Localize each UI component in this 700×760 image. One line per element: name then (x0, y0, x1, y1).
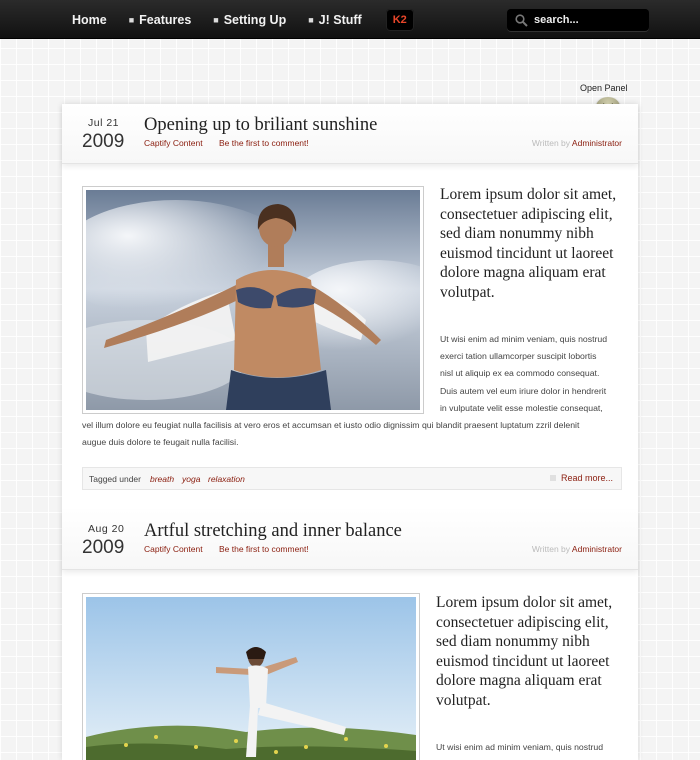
read-more-icon (549, 475, 556, 481)
post-title[interactable]: Artful stretching and inner balance (144, 521, 402, 542)
body-line: Ut wisi enim ad minim veniam, quis nostr… (440, 334, 608, 344)
read-more-link[interactable]: Read more... (549, 473, 613, 483)
bullet-icon: ■ (128, 14, 135, 25)
post-author: Written by Administrator (532, 138, 622, 148)
post-header: Jul 21 2009 Opening up to briliant sunsh… (62, 104, 638, 164)
nav-j-stuff-label: J! Stuff (318, 12, 362, 27)
post-body-text: Ut wisi enim ad minim veniam, quis nostr… (440, 331, 630, 417)
tag-link[interactable]: yoga (182, 474, 200, 484)
post-image[interactable] (82, 593, 420, 760)
nav-features-label: Features (139, 12, 192, 27)
written-by-label: Written by (531, 138, 571, 148)
post-category-link[interactable]: Captify Content (144, 544, 203, 554)
nav-home-label: Home (72, 12, 107, 27)
post-lead-text: Lorem ipsum dolor sit amet, consectetuer… (436, 594, 613, 709)
post-image[interactable] (82, 186, 424, 414)
open-panel-label: Open Panel (580, 83, 628, 93)
post-author-link[interactable]: Administrator (572, 138, 622, 148)
main-menu: Home ■ Features ■ Setting Up ■ J! Stuff … (72, 0, 414, 39)
k2-button[interactable]: K2 (385, 8, 414, 31)
tagged-under-label: Tagged under (89, 474, 141, 484)
search-input[interactable] (534, 14, 644, 26)
search-box (507, 9, 649, 31)
post-author: Written by Administrator (532, 544, 622, 554)
bullet-icon: ■ (213, 14, 219, 25)
post-image-photo (86, 597, 416, 760)
post-author-link[interactable]: Administrator (572, 544, 622, 554)
post-date-day: Jul 21 (88, 117, 120, 129)
woman-yoga-field-photo (86, 597, 416, 760)
post-date-day: Aug 20 (88, 523, 125, 535)
post-body-text: Ut wisi enim ad minim veniam, quis nostr… (436, 739, 631, 756)
body-line: Duis autem vel eum iriure dolor in hendr… (440, 385, 607, 396)
woman-sky-photo (86, 190, 420, 410)
nav-home[interactable]: Home (72, 13, 107, 27)
body-line: nisl ut aliquip ex ea commodo consequat. (440, 368, 600, 379)
body-line: augue duis dolore te feugait nulla facil… (82, 437, 239, 448)
bullet-icon: ■ (308, 14, 314, 25)
top-navigation-bar: Home ■ Features ■ Setting Up ■ J! Stuff … (0, 0, 700, 39)
post-image-photo (86, 190, 420, 410)
post-category-link[interactable]: Captify Content (144, 138, 203, 148)
post-body-full-text: vel illum dolore eu feugiat nulla facili… (82, 417, 624, 451)
post-comment-link[interactable]: Be the first to comment! (219, 138, 309, 148)
post-date-year: 2009 (82, 131, 125, 152)
nav-setting-up[interactable]: ■ Setting Up (213, 13, 286, 27)
post-date-year: 2009 (82, 537, 125, 558)
nav-features[interactable]: ■ Features (129, 13, 192, 27)
nav-setting-up-label: Setting Up (223, 12, 287, 27)
post-comment-link[interactable]: Be the first to comment! (219, 544, 309, 554)
read-more-label: Read more... (560, 473, 613, 483)
tag-link[interactable]: relaxation (208, 474, 245, 484)
post-tag-bar: Tagged under breath yoga relaxation Read… (82, 467, 622, 490)
written-by-label: Written by (531, 544, 571, 554)
search-icon (515, 13, 528, 27)
body-line: exerci tation ullamcorper suscipit lobor… (440, 351, 597, 362)
body-line: vel illum dolore eu feugiat nulla facili… (82, 420, 580, 430)
post-header: Aug 20 2009 Artful stretching and inner … (62, 510, 638, 570)
tag-link[interactable]: breath (150, 474, 174, 484)
body-line: Ut wisi enim ad minim veniam, quis nostr… (436, 742, 604, 752)
post-title[interactable]: Opening up to briliant sunshine (144, 115, 377, 136)
nav-j-stuff[interactable]: ■ J! Stuff (308, 13, 362, 27)
post-lead-text: Lorem ipsum dolor sit amet, consectetuer… (440, 186, 617, 301)
body-line: in vulputate velit esse molestie consequ… (440, 402, 603, 413)
